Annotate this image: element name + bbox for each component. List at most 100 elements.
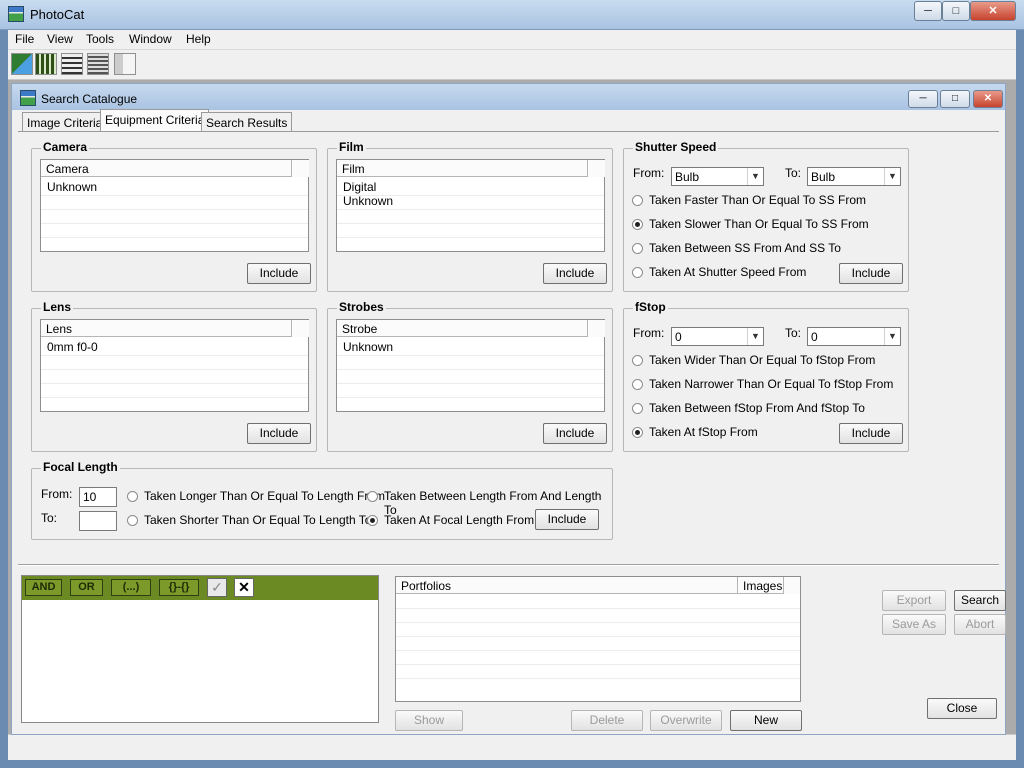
shutter-include-button[interactable]: Include <box>839 263 903 284</box>
child-close-button[interactable]: ✕ <box>973 90 1003 108</box>
chevron-down-icon: ▼ <box>747 328 763 345</box>
portfolios-list[interactable]: Portfolios Images <box>395 576 801 702</box>
list-item[interactable]: Unknown <box>47 180 97 194</box>
shutter-faster-radio[interactable] <box>632 195 643 206</box>
shutter-from-select[interactable]: Bulb ▼ <box>671 167 764 186</box>
check-icon[interactable]: ✓ <box>207 578 227 597</box>
child-minimize-button[interactable]: ─ <box>908 90 938 108</box>
clear-icon[interactable]: ✕ <box>234 578 254 597</box>
image-catalogue-icon[interactable] <box>11 53 33 75</box>
shutter-to-select[interactable]: Bulb ▼ <box>807 167 901 186</box>
focal-to-input[interactable] <box>79 511 117 531</box>
range-button[interactable]: {}-{} <box>159 579 199 596</box>
lens-column-header[interactable]: Lens <box>41 320 291 337</box>
lens-list[interactable]: Lens 0mm f0-0 <box>40 319 309 412</box>
fstop-to-select[interactable]: 0 ▼ <box>807 327 901 346</box>
camera-column-header[interactable]: Camera <box>41 160 291 177</box>
film-column-header[interactable]: Film <box>337 160 587 177</box>
portfolios-column-header[interactable]: Portfolios <box>396 577 737 594</box>
camera-column-filler <box>291 160 309 177</box>
camera-list[interactable]: Camera Unknown <box>40 159 309 252</box>
catalogue-icon <box>20 90 36 106</box>
lens-group: Lens Lens 0mm f0-0 Include <box>31 300 317 452</box>
photocat-app-icon <box>8 6 24 22</box>
menu-view[interactable]: View <box>47 32 73 46</box>
focal-option-label: Taken Shorter Than Or Equal To Length To <box>144 513 372 527</box>
app-title: PhotoCat <box>30 7 85 22</box>
strobes-include-button[interactable]: Include <box>543 423 607 444</box>
shutter-to-label: To: <box>785 166 802 180</box>
menu-file[interactable]: File <box>15 32 34 46</box>
child-maximize-button[interactable]: □ <box>940 90 970 108</box>
list-item[interactable]: Unknown <box>343 194 393 208</box>
fstop-from-select[interactable]: 0 ▼ <box>671 327 764 346</box>
tab-image-criteria[interactable]: Image Criteria <box>22 112 108 132</box>
shutter-from-label: From: <box>633 166 665 180</box>
disabled-page-icon[interactable] <box>114 53 136 75</box>
focal-shorter-radio[interactable] <box>127 515 138 526</box>
lens-group-title: Lens <box>41 300 74 314</box>
shutter-option-label: Taken Slower Than Or Equal To SS From <box>649 217 869 231</box>
film-include-button[interactable]: Include <box>543 263 607 284</box>
close-button[interactable]: Close <box>927 698 997 719</box>
child-title-bar: Search Catalogue ─ □ ✕ <box>12 84 1005 110</box>
shutter-between-radio[interactable] <box>632 243 643 254</box>
focal-from-input[interactable]: 10 <box>79 487 117 507</box>
list-item[interactable]: Unknown <box>343 340 393 354</box>
abort-button[interactable]: Abort <box>954 614 1006 635</box>
tab-search-results[interactable]: Search Results <box>201 112 293 132</box>
minimize-button[interactable]: ─ <box>914 1 942 21</box>
focal-to-label: To: <box>41 511 58 525</box>
camera-group: Camera Camera Unknown Include <box>31 140 317 292</box>
shutter-option-label: Taken At Shutter Speed From <box>649 265 807 279</box>
focal-option-label: Taken Longer Than Or Equal To Length Fro… <box>144 489 386 503</box>
menu-help[interactable]: Help <box>186 32 211 46</box>
group-button[interactable]: (...) <box>111 579 151 596</box>
fstop-to-label: To: <box>785 326 802 340</box>
list-view-icon[interactable] <box>61 53 83 75</box>
grid-view-icon[interactable] <box>35 53 57 75</box>
menu-window[interactable]: Window <box>129 32 172 46</box>
shutter-slower-radio[interactable] <box>632 219 643 230</box>
delete-button[interactable]: Delete <box>571 710 643 731</box>
fstop-between-radio[interactable] <box>632 403 643 414</box>
toolbar <box>8 50 1016 80</box>
focal-option-label: Taken At Focal Length From <box>384 513 535 527</box>
fstop-at-radio[interactable] <box>632 427 643 438</box>
film-list[interactable]: Film Digital Unknown <box>336 159 605 252</box>
focal-length-group-title: Focal Length <box>41 460 120 474</box>
focal-between-radio[interactable] <box>367 491 378 502</box>
and-button[interactable]: AND <box>25 579 62 596</box>
focal-include-button[interactable]: Include <box>535 509 599 530</box>
or-button[interactable]: OR <box>70 579 103 596</box>
search-button[interactable]: Search <box>954 590 1006 611</box>
images-column-header[interactable]: Images <box>737 577 783 594</box>
list-item[interactable]: Digital <box>343 180 376 194</box>
maximize-button[interactable]: □ <box>942 1 970 21</box>
strobe-column-filler <box>587 320 605 337</box>
shutter-at-radio[interactable] <box>632 267 643 278</box>
list-item[interactable]: 0mm f0-0 <box>47 340 98 354</box>
new-button[interactable]: New <box>730 710 802 731</box>
show-button[interactable]: Show <box>395 710 463 731</box>
export-button[interactable]: Export <box>882 590 946 611</box>
camera-include-button[interactable]: Include <box>247 263 311 284</box>
status-bar <box>8 734 1016 760</box>
search-catalogue-window: Search Catalogue ─ □ ✕ Image Criteria Eq… <box>11 83 1006 735</box>
strobe-column-header[interactable]: Strobe <box>337 320 587 337</box>
overwrite-button[interactable]: Overwrite <box>650 710 722 731</box>
focal-longer-radio[interactable] <box>127 491 138 502</box>
lens-include-button[interactable]: Include <box>247 423 311 444</box>
chevron-down-icon: ▼ <box>884 168 900 185</box>
focal-at-radio[interactable] <box>367 515 378 526</box>
strobes-list[interactable]: Strobe Unknown <box>336 319 605 412</box>
save-as-button[interactable]: Save As <box>882 614 946 635</box>
menu-tools[interactable]: Tools <box>86 32 114 46</box>
fstop-include-button[interactable]: Include <box>839 423 903 444</box>
query-builder-panel: AND OR (...) {}-{} ✓ ✕ <box>21 575 379 723</box>
documents-icon[interactable] <box>87 53 109 75</box>
close-app-button[interactable]: ✕ <box>970 1 1016 21</box>
fstop-wider-radio[interactable] <box>632 355 643 366</box>
tab-equipment-criteria[interactable]: Equipment Criteria <box>100 109 210 132</box>
fstop-narrower-radio[interactable] <box>632 379 643 390</box>
